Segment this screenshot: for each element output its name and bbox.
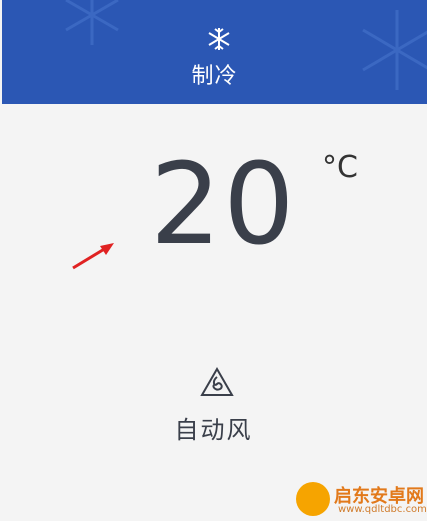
watermark: 启东安卓网 www.qdltdbc.com bbox=[290, 476, 427, 521]
mode-label: 制冷 bbox=[191, 64, 238, 89]
temperature-value[interactable]: 20 bbox=[150, 140, 297, 270]
fan-icon[interactable] bbox=[198, 365, 236, 403]
fan-mode-label[interactable]: 自动风 bbox=[0, 410, 427, 445]
mode-header: 制冷 bbox=[2, 0, 427, 104]
temperature-unit: °C bbox=[322, 150, 358, 185]
arrow-annotation-icon bbox=[72, 243, 114, 270]
snowflake-icon bbox=[208, 28, 230, 50]
watermark-url: www.qdltdbc.com bbox=[338, 504, 427, 515]
snowflake-decoration-icon bbox=[65, 0, 119, 45]
watermark-logo bbox=[296, 482, 330, 516]
